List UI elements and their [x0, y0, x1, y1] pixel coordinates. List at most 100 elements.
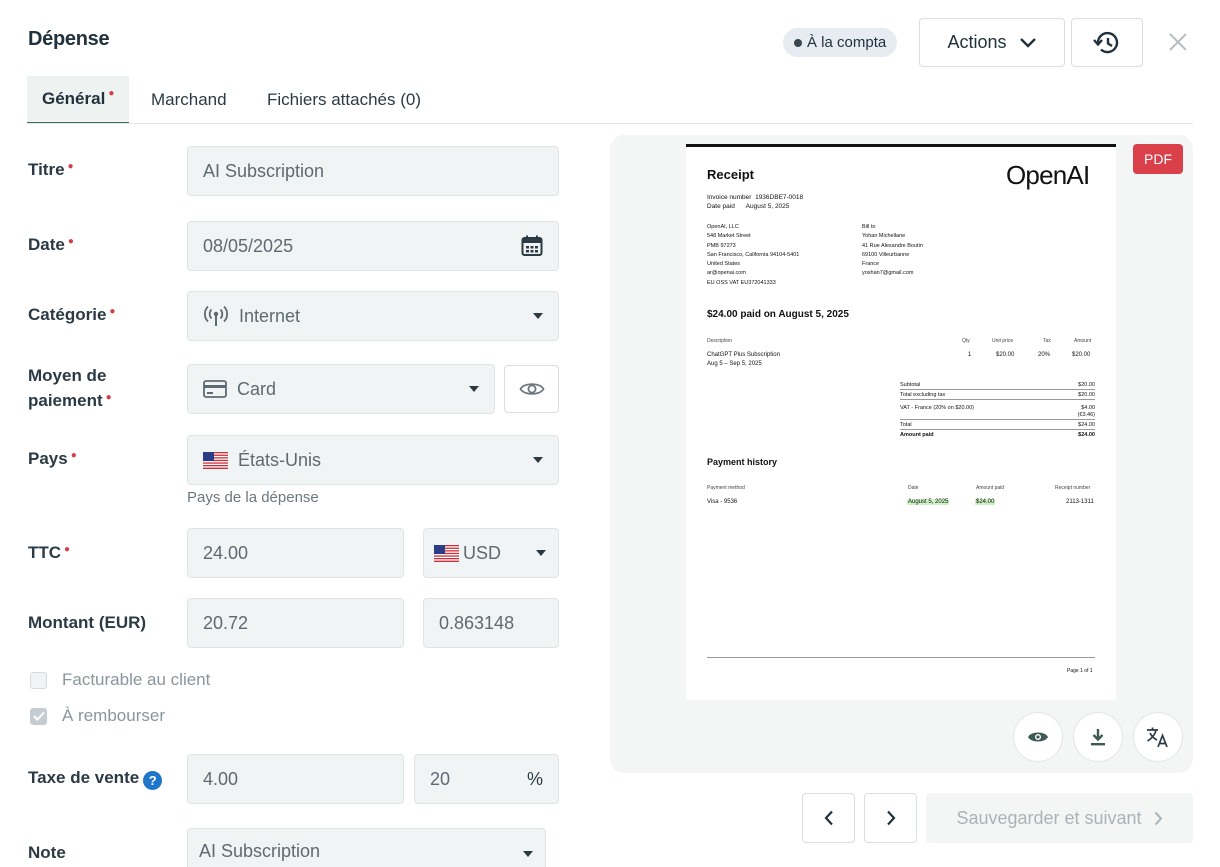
date-label-text: Date	[28, 235, 65, 254]
totals-row: Subtotal $20.00	[900, 382, 1095, 390]
rembourser-checkbox[interactable]	[30, 707, 47, 725]
tabs-divider	[27, 123, 1193, 124]
eye-icon	[1028, 732, 1048, 742]
taxe-input[interactable]: 4.00	[187, 754, 404, 804]
us-flag-icon	[434, 544, 459, 562]
totals-row: Total $24.00	[900, 422, 1095, 430]
status-dot	[794, 38, 802, 47]
from-line: 548 Market Street	[707, 233, 751, 240]
history-method: Visa - 9536	[707, 499, 738, 505]
date-input[interactable]: 08/05/2025	[187, 221, 559, 271]
from-line: OpenAI, LLC	[707, 224, 739, 230]
actions-button[interactable]: Actions	[919, 18, 1065, 67]
exchange-rate-value: 0.863148	[439, 612, 515, 633]
taxe-rate-input[interactable]: 20 %	[414, 754, 559, 804]
history-button[interactable]	[1071, 18, 1143, 67]
next-button[interactable]	[864, 793, 917, 843]
chevron-left-icon	[824, 810, 833, 826]
from-line: San Francisco, California 94104-5401	[707, 251, 800, 258]
payment-history-heading: Payment history	[707, 457, 778, 467]
facturable-checkbox[interactable]	[30, 671, 47, 689]
download-button[interactable]	[1073, 712, 1123, 762]
pays-label: Pays ●	[28, 446, 77, 474]
taxe-label-text: Taxe de vente	[28, 768, 140, 787]
history-col-method: Payment method	[707, 485, 745, 491]
totals-row: (€3.46)	[900, 410, 1095, 420]
currency-value: USD	[463, 542, 502, 563]
antenna-icon	[204, 305, 228, 326]
close-icon	[1169, 33, 1187, 51]
calendar-icon[interactable]	[521, 235, 543, 257]
preview-view-button[interactable]	[1013, 712, 1063, 762]
note-label-text: Note	[28, 843, 66, 862]
taxe-label: Taxe de vente?	[28, 765, 163, 790]
history-col-amount: Amount paid	[976, 485, 1005, 491]
col-tax: Tax	[1043, 338, 1051, 344]
caret-down-icon	[523, 851, 533, 857]
translate-icon	[1147, 727, 1168, 748]
totals-block: Subtotal $20.00 Total excluding tax $20.00…	[900, 380, 1095, 440]
col-amount: Amount	[1074, 338, 1092, 344]
date-paid-value: August 5, 2025	[745, 203, 790, 210]
caret-down-icon	[533, 457, 543, 463]
ttc-input[interactable]: 24.00	[187, 528, 404, 578]
page-count: Page 1 of 1	[1067, 668, 1093, 674]
rembourser-label: À rembourser	[62, 706, 165, 725]
pays-value: États-Unis	[238, 449, 322, 470]
view-payment-button[interactable]	[504, 365, 559, 413]
bill-to-line: France	[862, 261, 880, 268]
titre-input[interactable]: AI Subscription	[187, 146, 559, 196]
tab-marchand[interactable]: Marchand	[136, 76, 242, 124]
invoice-number: 1936DBE7-0018	[755, 194, 804, 201]
moyen-select[interactable]: Card	[187, 364, 495, 414]
openai-logo: OpenAI	[1006, 160, 1090, 190]
facturable-row[interactable]: Facturable au client	[30, 670, 210, 690]
from-line: EU OSS VAT EU372041333	[707, 279, 776, 286]
eye-icon	[518, 383, 545, 395]
invoice-label: Invoice number	[707, 194, 752, 201]
close-button[interactable]	[1164, 28, 1192, 56]
moyen-value: Card	[237, 378, 277, 399]
save-and-next-button[interactable]: Sauvegarder et suivant	[926, 793, 1193, 843]
note-select[interactable]: AI Subscription	[187, 828, 546, 867]
caret-down-icon	[533, 313, 543, 319]
footer-rule	[707, 657, 1095, 658]
titre-label: Titre ●	[28, 157, 74, 185]
help-icon[interactable]: ?	[143, 771, 163, 790]
history-date: August 5, 2025	[907, 499, 950, 505]
pays-label-text: Pays	[28, 449, 68, 468]
tab-fichiers[interactable]: Fichiers attachés (0)	[252, 76, 436, 124]
pdf-badge: PDF	[1133, 144, 1183, 174]
ttc-value: 24.00	[203, 542, 249, 563]
page-title: Dépense	[28, 28, 110, 50]
chevron-right-icon	[1154, 811, 1162, 825]
tab-general[interactable]: Général ●	[27, 76, 130, 124]
translate-button[interactable]	[1133, 712, 1183, 762]
moyen-label-line2: paiement	[28, 391, 103, 410]
chevron-right-icon	[886, 810, 895, 826]
montant-label: Montant (EUR)	[28, 610, 146, 635]
montant-input[interactable]: 20.72	[187, 598, 404, 648]
from-line: PMB 97273	[707, 242, 736, 249]
status-label: À la compta	[807, 34, 887, 51]
save-and-next-label: Sauvegarder et suivant	[956, 807, 1142, 828]
pays-select[interactable]: États-Unis	[187, 435, 559, 485]
rembourser-row[interactable]: À rembourser	[30, 706, 165, 726]
previous-button[interactable]	[802, 793, 855, 843]
history-amount: $24.00	[975, 499, 996, 505]
history-col-receipt: Receipt number	[1055, 485, 1091, 491]
totals-row: VAT - France (20% on $20.00) $4.00	[900, 405, 1095, 411]
history-icon	[1093, 31, 1119, 53]
required-marker: ●	[67, 161, 74, 172]
categorie-label: Catégorie ●	[28, 302, 115, 330]
caret-down-icon	[469, 386, 479, 392]
categorie-select[interactable]: Internet	[187, 291, 559, 341]
montant-label-text: Montant (EUR)	[28, 613, 147, 632]
currency-select[interactable]: USD	[423, 528, 559, 578]
item-amount: $20.00	[1072, 352, 1091, 358]
status-badge: À la compta	[783, 28, 898, 57]
from-line: ar@openai.com	[707, 270, 746, 277]
exchange-rate-input[interactable]: 0.863148	[423, 598, 559, 648]
tab-general-label: Général	[42, 89, 106, 108]
required-marker: ●	[105, 392, 112, 403]
